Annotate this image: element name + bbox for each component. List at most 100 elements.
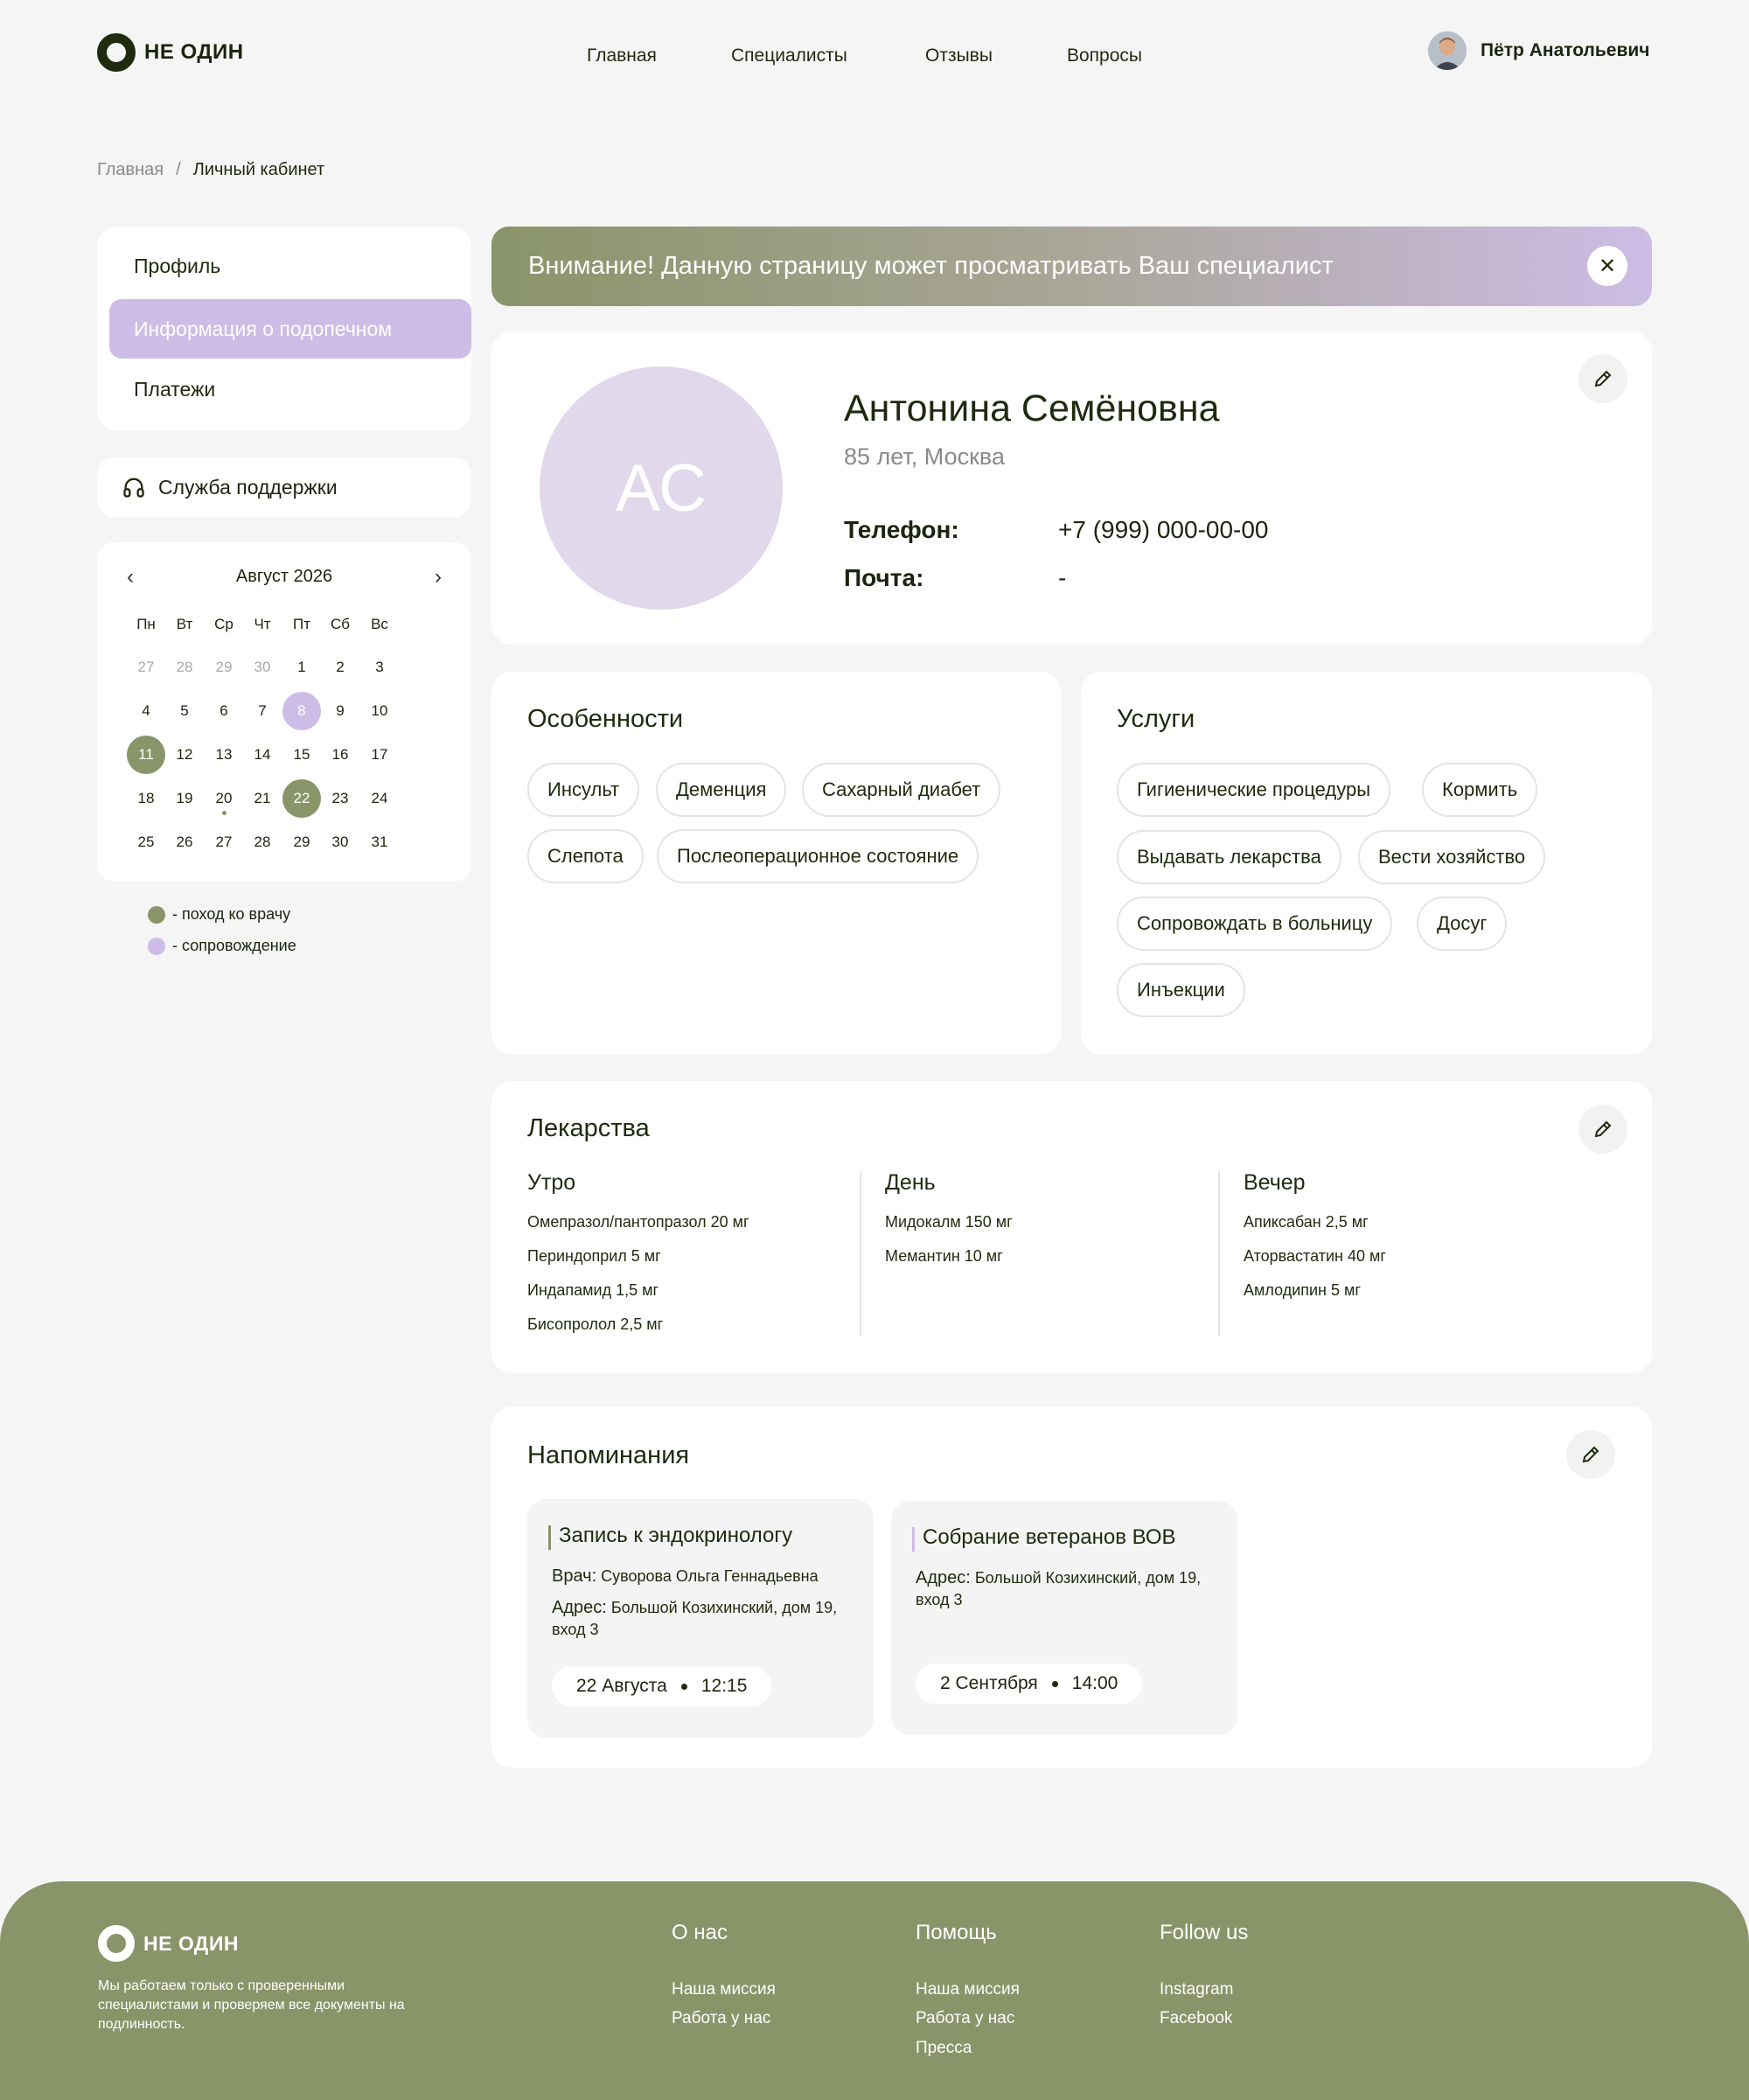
- calendar-day[interactable]: 15: [282, 736, 321, 774]
- site-logo[interactable]: НЕ ОДИН: [97, 33, 244, 72]
- calendar-day[interactable]: 18: [127, 779, 165, 818]
- calendar-day[interactable]: 10: [360, 692, 399, 730]
- footer-tagline: Мы работаем только с проверенными специа…: [98, 1978, 405, 2032]
- nav-specialists[interactable]: Специалисты: [731, 45, 847, 66]
- calendar-day[interactable]: 5: [165, 692, 204, 730]
- ward-profile-card: АС Антонина Семёновна 85 лет, Москва Тел…: [491, 331, 1652, 645]
- address-label: Адрес:: [552, 1598, 607, 1617]
- calendar-day[interactable]: 11: [127, 736, 165, 774]
- calendar-day[interactable]: 7: [243, 692, 282, 730]
- feature-chip: Послеоперационное состояние: [657, 829, 979, 883]
- calendar-day[interactable]: 29: [205, 648, 243, 687]
- footer-link[interactable]: Работа у нас: [672, 2009, 770, 2028]
- legend-escort-label: - сопровождение: [172, 937, 296, 954]
- calendar-day[interactable]: 16: [321, 736, 359, 774]
- weekday-label: Пт: [292, 616, 310, 632]
- calendar-day[interactable]: 12: [165, 736, 204, 774]
- footer-link[interactable]: Наша миссия: [916, 1980, 1020, 1999]
- calendar-day[interactable]: 8: [282, 692, 321, 730]
- logo-ring-icon: [97, 33, 136, 72]
- calendar-day[interactable]: 30: [321, 823, 359, 862]
- calendar-day[interactable]: 3: [360, 648, 399, 687]
- medicine-item: Омепразол/пантопразол 20 мг: [527, 1213, 749, 1231]
- calendar-day[interactable]: 26: [165, 823, 204, 862]
- calendar-day[interactable]: 21: [243, 779, 282, 818]
- legend-doctor-dot: [148, 905, 165, 924]
- logo-ring-icon: [98, 1925, 135, 1962]
- footer-link[interactable]: Пресса: [916, 2039, 972, 2058]
- reminder-card-veterans[interactable]: Собрание ветеранов ВОВ Адрес: Большой Ко…: [891, 1501, 1237, 1735]
- support-button[interactable]: Служба поддержки: [97, 457, 471, 517]
- logo-text: НЕ ОДИН: [144, 40, 244, 64]
- reminders-card: Напоминания Запись к эндокринологу Врач:…: [491, 1406, 1652, 1768]
- calendar-day[interactable]: 23: [321, 779, 359, 818]
- doctor-label: Врач:: [552, 1566, 597, 1586]
- service-chip: Досуг: [1417, 897, 1508, 951]
- notice-banner: Внимание! Данную страницу может просматр…: [491, 227, 1652, 306]
- calendar-day[interactable]: 30: [243, 648, 282, 687]
- calendar-day[interactable]: 28: [243, 823, 282, 862]
- reminder-datetime: 22 Августа 12:15: [552, 1666, 772, 1706]
- breadcrumb-separator: /: [176, 160, 181, 179]
- column-divider: [1218, 1171, 1220, 1336]
- services-card: Услуги Гигиенические процедуры Кормить В…: [1081, 672, 1652, 1055]
- calendar-day[interactable]: 25: [127, 823, 165, 862]
- calendar-day[interactable]: 20: [205, 779, 243, 818]
- footer-link[interactable]: Наша миссия: [672, 1980, 776, 1999]
- calendar-day[interactable]: 24: [360, 779, 399, 818]
- calendar-day[interactable]: 9: [321, 692, 359, 730]
- reminder-title: Запись к эндокринологу: [548, 1524, 792, 1550]
- reminder-card-endocrinologist[interactable]: Запись к эндокринологу Врач: Суворова Ол…: [527, 1499, 874, 1738]
- edit-medicines-button[interactable]: [1578, 1105, 1627, 1154]
- notice-close-icon[interactable]: ✕: [1587, 246, 1627, 286]
- calendar-day[interactable]: 13: [205, 736, 243, 774]
- legend-escort-dot: [148, 937, 165, 955]
- day-title: День: [885, 1170, 936, 1195]
- footer-logo-text: НЕ ОДИН: [143, 1931, 239, 1955]
- calendar-day[interactable]: 2: [321, 648, 359, 687]
- breadcrumb-current: Личный кабинет: [192, 160, 325, 179]
- edit-reminders-button[interactable]: [1566, 1430, 1615, 1479]
- nav-questions[interactable]: Вопросы: [1067, 45, 1142, 66]
- calendar-day[interactable]: 27: [205, 823, 243, 862]
- calendar-next-icon[interactable]: ›: [435, 565, 442, 590]
- edit-profile-button[interactable]: [1578, 354, 1627, 403]
- breadcrumb-home[interactable]: Главная: [97, 160, 164, 180]
- nav-reviews[interactable]: Отзывы: [925, 45, 993, 66]
- calendar-day[interactable]: 22: [282, 779, 321, 818]
- calendar-day[interactable]: 6: [205, 692, 243, 730]
- phone-value: +7 (999) 000-00-00: [1058, 516, 1269, 543]
- ward-avatar: АС: [540, 366, 783, 610]
- calendar-day[interactable]: 27: [127, 648, 165, 687]
- services-title: Услуги: [1117, 705, 1195, 733]
- sidebar-item-payments[interactable]: Платежи: [109, 359, 471, 419]
- breadcrumb: Главная / Личный кабинет: [97, 160, 324, 180]
- doctor-value: Суворова Ольга Геннадьевна: [601, 1567, 819, 1585]
- footer-link[interactable]: Facebook: [1160, 2009, 1232, 2028]
- headphones-icon: [123, 478, 144, 498]
- weekday-label: Вс: [371, 616, 388, 632]
- legend-escort: - сопровождение: [148, 937, 296, 955]
- calendar-day[interactable]: 14: [243, 736, 282, 774]
- user-name: Пётр Анатольевич: [1481, 40, 1650, 60]
- nav-home[interactable]: Главная: [587, 45, 657, 66]
- footer-logo[interactable]: НЕ ОДИН: [98, 1925, 239, 1962]
- calendar-month: Август 2026: [235, 567, 333, 586]
- calendar-day[interactable]: 19: [165, 779, 204, 818]
- user-avatar-icon: [1428, 31, 1467, 70]
- user-menu[interactable]: Пётр Анатольевич: [1428, 31, 1650, 70]
- calendar-day[interactable]: 1: [282, 648, 321, 687]
- calendar-day[interactable]: 29: [282, 823, 321, 862]
- calendar-day[interactable]: 28: [165, 648, 204, 687]
- sidebar-item-profile[interactable]: Профиль: [109, 236, 471, 296]
- reminder-title: Собрание ветеранов ВОВ: [912, 1525, 1176, 1552]
- footer-link[interactable]: Instagram: [1160, 1980, 1233, 1999]
- support-label: Служба поддержки: [158, 475, 338, 499]
- footer-link[interactable]: Работа у нас: [916, 2009, 1014, 2028]
- calendar-day[interactable]: 4: [127, 692, 165, 730]
- footer-col-title: Follow us: [1160, 1921, 1249, 1944]
- calendar-day[interactable]: 17: [360, 736, 399, 774]
- sidebar-item-ward-info[interactable]: Информация о подопечном: [109, 299, 471, 359]
- footer-col-title: Помощь: [916, 1921, 997, 1944]
- calendar-day[interactable]: 31: [360, 823, 399, 862]
